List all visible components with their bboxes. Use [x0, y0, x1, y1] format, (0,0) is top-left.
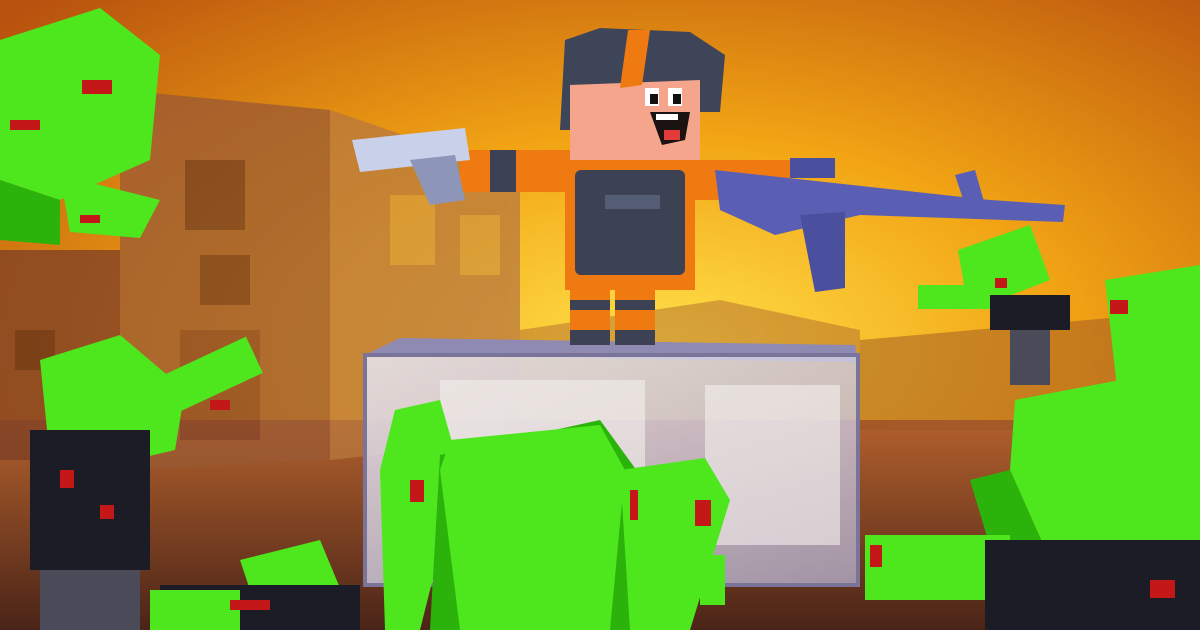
zombie-shirt [30, 430, 150, 570]
hero-arm-left [460, 150, 575, 192]
game-scene [0, 0, 1200, 630]
hero-vest [575, 170, 685, 275]
scene-art [0, 0, 1200, 630]
zombie-top-left [0, 8, 160, 245]
